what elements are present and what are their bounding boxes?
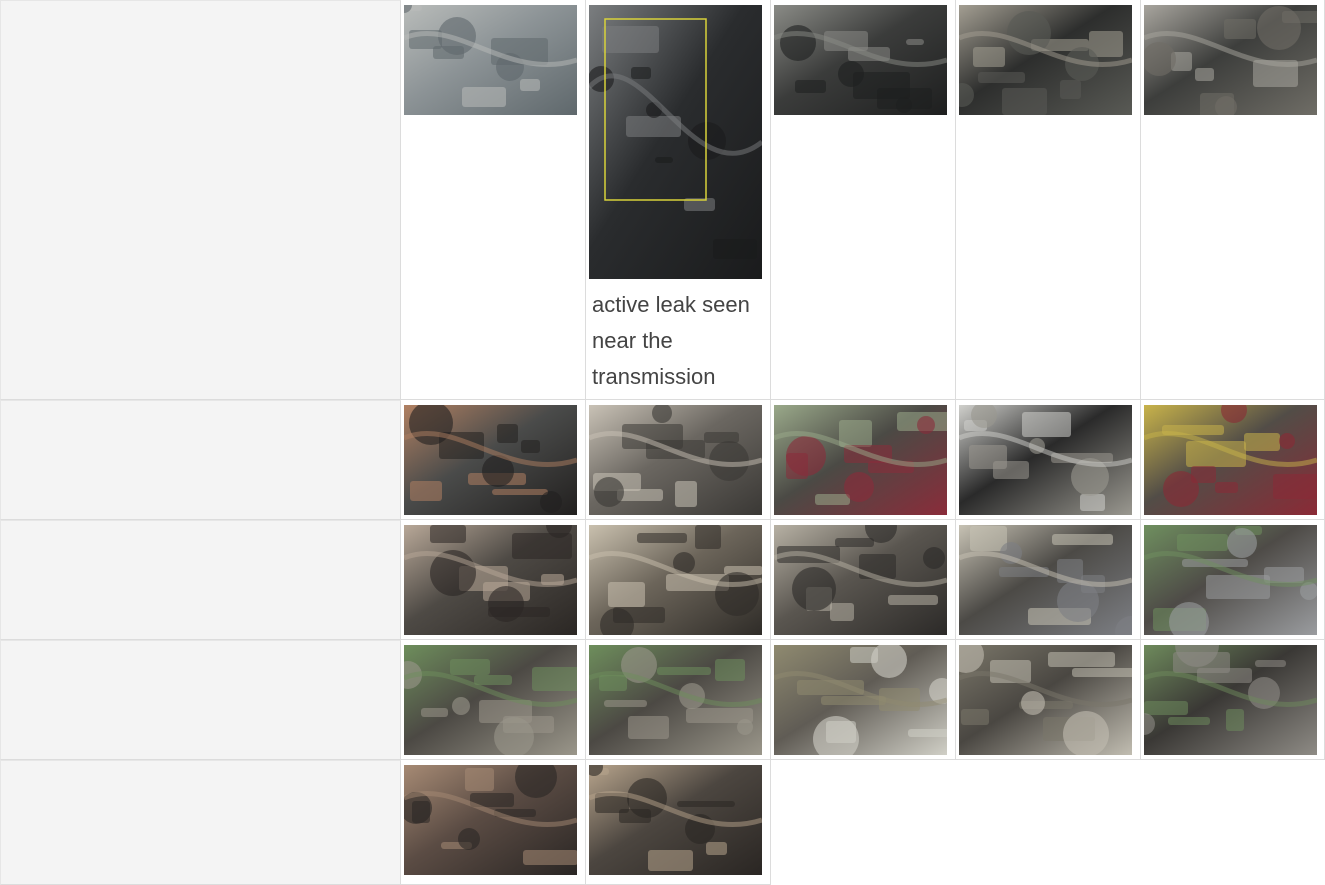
photo-cell — [955, 520, 1141, 640]
photo-thumbnail-eaton-transmission-housing[interactable] — [404, 5, 578, 115]
photo-cell — [1140, 640, 1325, 760]
photo-caption: active leak seen near the transmission — [592, 292, 750, 389]
empty-cell — [1140, 760, 1325, 885]
photo-thumbnail-frame-crossmember[interactable] — [958, 5, 1132, 115]
photo-cell — [1140, 520, 1325, 640]
empty-cell — [771, 760, 956, 885]
photo-cell — [586, 520, 772, 640]
photo-thumbnail-relay-valve-assembly-2[interactable] — [589, 645, 763, 755]
photo-cell — [401, 520, 587, 640]
inspection-photo-grid: active leak seen near the transmission — [0, 0, 1325, 885]
photo-cell — [1140, 400, 1325, 520]
photo-thumbnail-air-brake-chamber[interactable] — [774, 525, 948, 635]
photo-cell — [955, 0, 1141, 400]
photo-thumbnail-relay-valve-assembly[interactable] — [404, 645, 578, 755]
photo-cell — [1140, 0, 1325, 400]
photo-cell — [955, 640, 1141, 760]
photo-thumbnail-driveshaft-yoke[interactable] — [404, 405, 578, 515]
photo-thumbnail-air-line-routing[interactable] — [958, 645, 1132, 755]
photo-cell — [586, 400, 772, 520]
photo-thumbnail-air-valve-fitting[interactable] — [1143, 525, 1317, 635]
photo-cell — [955, 400, 1141, 520]
photo-cell — [771, 520, 956, 640]
photo-thumbnail-leveling-valve[interactable] — [958, 525, 1132, 635]
photo-cell — [401, 760, 587, 885]
row-label-cell — [0, 640, 402, 760]
inspection-row — [0, 400, 1325, 520]
photo-thumbnail-air-lines-harness[interactable] — [1143, 405, 1317, 515]
photo-thumbnail-transmission-leak-closeup[interactable] — [589, 5, 763, 279]
photo-thumbnail-differential-housing[interactable] — [589, 525, 763, 635]
photo-cell — [401, 640, 587, 760]
photo-thumbnail-exhaust-and-frame[interactable] — [589, 405, 763, 515]
empty-cell — [955, 760, 1141, 885]
photo-thumbnail-driveshaft-center-bearing[interactable] — [404, 525, 578, 635]
photo-cell — [401, 400, 587, 520]
photo-thumbnail-rear-suspension-hub[interactable] — [404, 765, 578, 875]
inspection-row: active leak seen near the transmission — [0, 0, 1325, 400]
photo-thumbnail-wiring-harness-bracket[interactable] — [1143, 5, 1317, 115]
photo-cell — [771, 400, 956, 520]
inspection-row — [0, 640, 1325, 760]
photo-cell — [586, 640, 772, 760]
row-label-cell — [0, 400, 402, 520]
row-label-cell — [0, 0, 402, 400]
photo-cell: active leak seen near the transmission — [586, 0, 772, 400]
photo-cell — [771, 0, 956, 400]
photo-cell — [586, 760, 772, 885]
photo-thumbnail-oil-pan-underside[interactable] — [774, 5, 948, 115]
inspection-row — [0, 520, 1325, 640]
photo-thumbnail-brake-lines-wiring[interactable] — [774, 405, 948, 515]
photo-thumbnail-fuel-tank-wheel[interactable] — [958, 405, 1132, 515]
photo-thumbnail-suspension-mount[interactable] — [589, 765, 763, 875]
photo-cell — [401, 0, 587, 400]
photo-thumbnail-rear-crossmember[interactable] — [774, 645, 948, 755]
row-label-cell — [0, 760, 402, 885]
inspection-row — [0, 760, 1325, 885]
row-label-cell — [0, 520, 402, 640]
photo-thumbnail-brake-valve-frame[interactable] — [1143, 645, 1317, 755]
photo-cell — [771, 640, 956, 760]
